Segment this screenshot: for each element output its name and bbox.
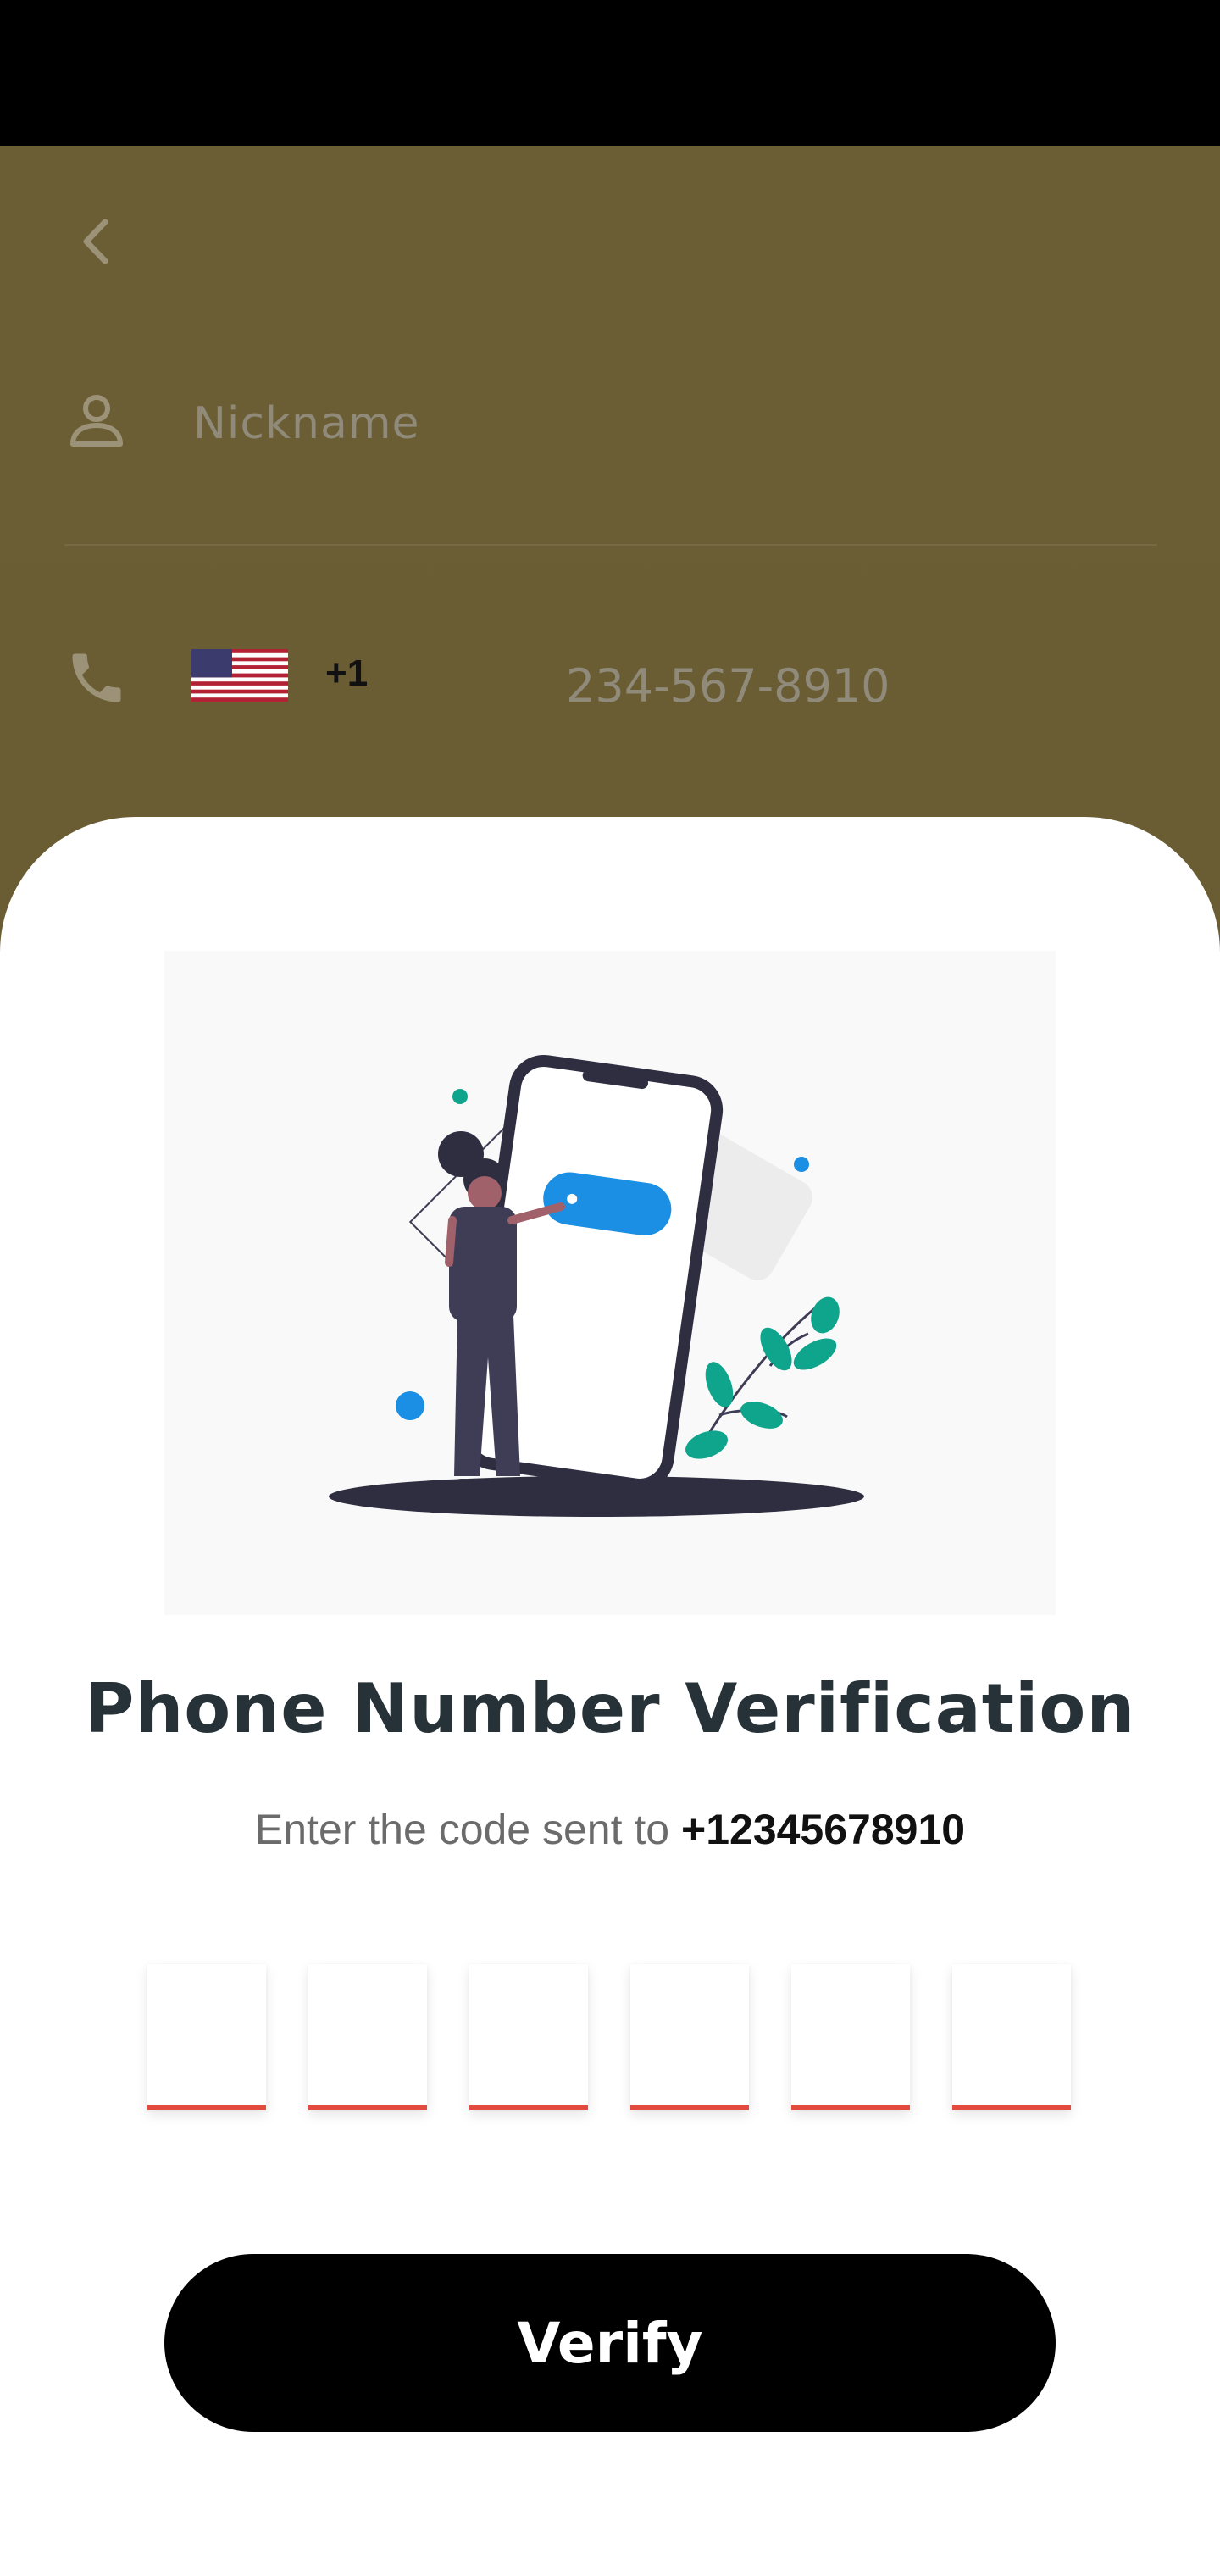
otp-digit-2[interactable] <box>308 1964 427 2110</box>
phone-number: +12345678910 <box>681 1806 966 1853</box>
divider <box>64 544 1157 546</box>
phone-verification-illustration <box>164 951 1056 1615</box>
nickname-input[interactable]: Nickname <box>193 398 420 449</box>
otp-digit-1[interactable] <box>147 1964 266 2110</box>
us-flag-icon[interactable] <box>191 649 288 702</box>
otp-digit-6[interactable] <box>952 1964 1071 2110</box>
dialog-title: Phone Number Verification <box>84 1669 1136 1748</box>
phone-input[interactable]: 234-567-8910 <box>566 659 890 713</box>
phone-icon <box>64 646 129 710</box>
verify-button[interactable]: Verify <box>164 2254 1056 2432</box>
otp-digit-3[interactable] <box>469 1964 588 2110</box>
person-icon <box>64 390 129 454</box>
subtitle-prefix: Enter the code sent to <box>254 1806 681 1853</box>
back-button[interactable] <box>59 203 136 280</box>
otp-digit-5[interactable] <box>791 1964 910 2110</box>
otp-digit-4[interactable] <box>630 1964 749 2110</box>
dialog-subtitle: Enter the code sent to +12345678910 <box>0 1805 1220 1854</box>
chevron-left-icon <box>83 219 108 264</box>
country-code[interactable]: +1 <box>325 652 368 695</box>
status-bar <box>0 0 1220 146</box>
